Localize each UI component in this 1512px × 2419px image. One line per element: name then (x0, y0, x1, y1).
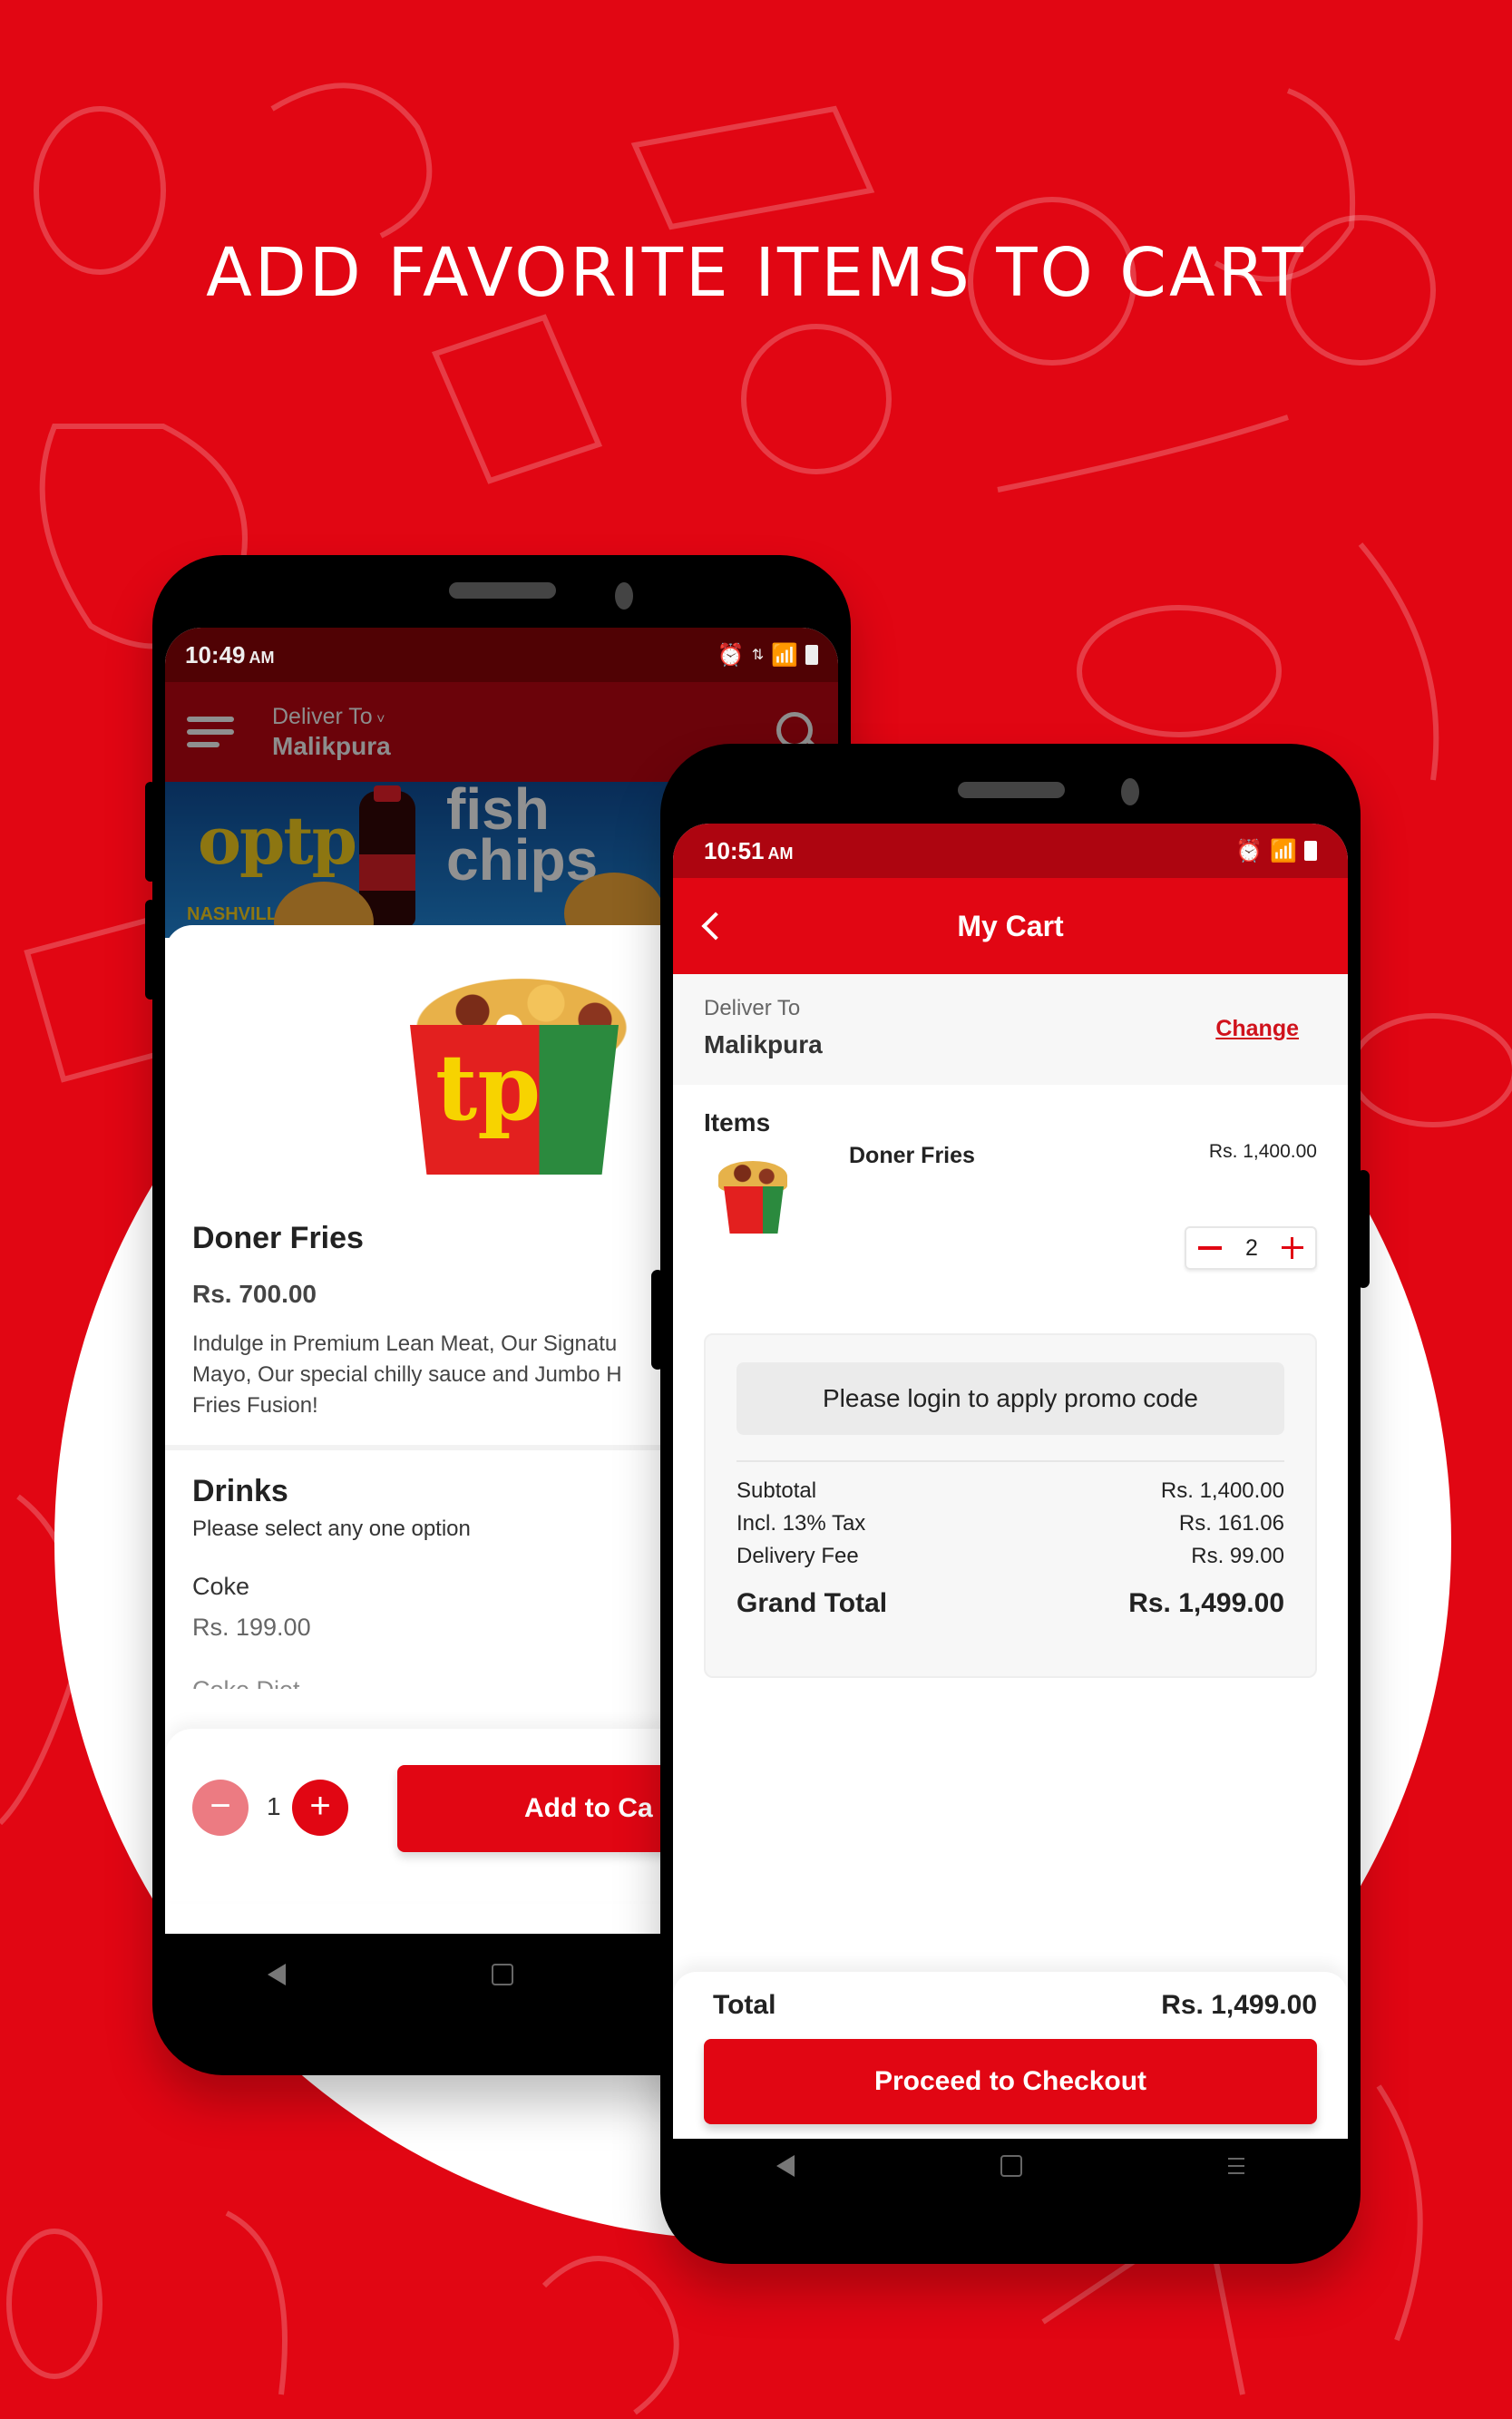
back-arrow-icon[interactable] (701, 912, 730, 941)
status-time: 10:51 AM (704, 836, 794, 864)
promo-code-login-button[interactable]: Please login to apply promo code (736, 1362, 1284, 1435)
volume-button (145, 782, 156, 882)
delivery-address-panel: Deliver To Malikpura Change (673, 974, 1348, 1085)
total-row: Total Rs. 1,499.00 (673, 1972, 1348, 2021)
wifi-icon: 📶 (1270, 838, 1297, 863)
deliver-to-label: Deliver To (272, 704, 391, 730)
proceed-to-checkout-button[interactable]: Proceed to Checkout (704, 2039, 1317, 2124)
hamburger-menu-icon[interactable] (187, 717, 236, 747)
earpiece-speaker (449, 582, 556, 599)
nav-home-icon[interactable] (491, 1964, 513, 1985)
checkout-footer: Total Rs. 1,499.00 Proceed to Checkout (673, 1972, 1348, 2139)
alarm-icon: ⏰ (717, 642, 745, 668)
power-button (1357, 1170, 1370, 1288)
summary-divider (736, 1460, 1284, 1462)
quantity-stepper: 2 (1185, 1226, 1317, 1270)
decrease-quantity-button[interactable]: − (192, 1780, 249, 1836)
phone-cart: 10:51 AM ⏰ 📶 My Cart Deliver To Malikpura… (651, 744, 1370, 2264)
summary-row-tax: Incl. 13% Tax Rs. 161.06 (736, 1511, 1284, 1536)
alarm-icon: ⏰ (1235, 838, 1263, 863)
volume-button (145, 900, 156, 1000)
front-camera (615, 582, 633, 610)
status-bar: 10:49 AM ⏰ ⇅ 📶 (165, 628, 838, 682)
status-bar: 10:51 AM ⏰ 📶 (673, 824, 1348, 878)
data-arrows-icon: ⇅ (751, 648, 765, 663)
banner-brand: optp (198, 802, 357, 879)
status-time: 10:49 AM (185, 640, 275, 668)
quantity-value: 2 (1245, 1234, 1258, 1261)
banner-promo-title: fish chips (446, 782, 599, 892)
cart-item-price: Rs. 1,400.00 (1208, 1141, 1317, 1162)
page-headline: ADD FAVORITE ITEMS TO CART (206, 234, 1306, 312)
total-value: Rs. 1,499.00 (1161, 1990, 1317, 2020)
android-nav-bar (673, 2139, 1348, 2193)
total-label: Total (713, 1990, 776, 2020)
cart-screen: 10:51 AM ⏰ 📶 My Cart Deliver To Malikpura… (673, 824, 1348, 2139)
deliver-to-selector[interactable]: Deliver To Malikpura (272, 704, 391, 761)
front-camera (1121, 778, 1139, 805)
nav-back-icon[interactable] (268, 1964, 287, 1985)
nav-home-icon[interactable] (1000, 2155, 1022, 2177)
battery-icon (805, 645, 818, 665)
app-bar: My Cart (673, 878, 1348, 974)
change-address-link[interactable]: Change (1215, 1016, 1299, 1042)
deliver-location: Malikpura (272, 731, 391, 760)
earpiece-speaker (958, 782, 1065, 798)
summary-row-delivery-fee: Delivery Fee Rs. 99.00 (736, 1544, 1284, 1568)
cart-item-image (717, 1157, 789, 1235)
decrease-quantity-button[interactable] (1198, 1246, 1223, 1250)
order-summary-card: Please login to apply promo code Subtota… (704, 1333, 1317, 1678)
nav-recents-icon[interactable] (1228, 2158, 1245, 2174)
volume-button (651, 1270, 664, 1370)
quantity-value: 1 (267, 1792, 281, 1820)
cart-item-row: Doner Fries Rs. 1,400.00 2 (673, 1137, 1348, 1319)
nav-back-icon[interactable] (776, 2155, 795, 2177)
increase-quantity-button[interactable]: + (292, 1780, 348, 1836)
summary-row-subtotal: Subtotal Rs. 1,400.00 (736, 1478, 1284, 1503)
items-heading: Items (704, 1108, 771, 1136)
increase-quantity-button[interactable] (1281, 1237, 1303, 1259)
cart-item-name: Doner Fries (849, 1143, 975, 1168)
battery-icon (1304, 841, 1317, 861)
page-title: My Cart (957, 909, 1064, 942)
summary-row-grand-total: Grand Total Rs. 1,499.00 (736, 1588, 1284, 1618)
wifi-icon: 📶 (771, 642, 798, 668)
